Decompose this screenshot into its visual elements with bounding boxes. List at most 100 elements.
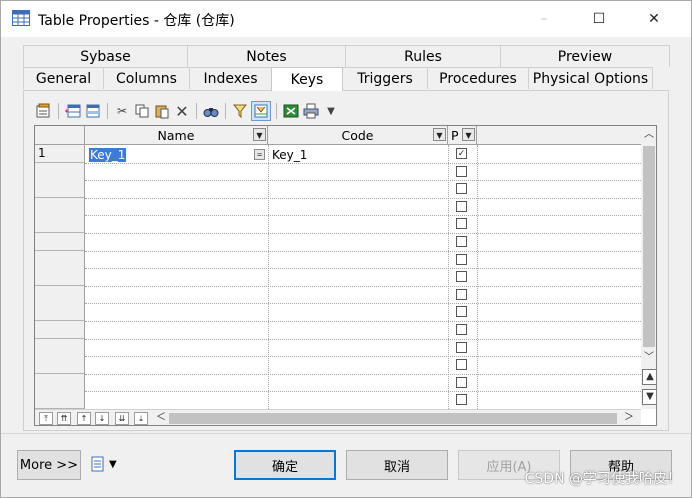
column-header-code[interactable]: Code ▼ xyxy=(268,126,448,145)
toolbar-separator xyxy=(276,103,277,119)
horizontal-scrollbar[interactable]: ⤒ ⇈ ↑ ↓ ⇊ ⤓ ＜ ＞ xyxy=(35,409,641,425)
minimize-button[interactable]: – xyxy=(521,1,567,37)
scroll-page-down-icon[interactable]: ▼ xyxy=(642,389,656,405)
primary-key-checkbox[interactable] xyxy=(456,200,467,212)
move-down-icon[interactable]: ↓ xyxy=(95,412,109,425)
primary-key-checkbox[interactable] xyxy=(456,359,467,371)
toolbar-separator xyxy=(58,103,59,119)
row-header[interactable] xyxy=(35,356,85,375)
row-header[interactable] xyxy=(35,373,85,392)
insert-row-icon[interactable] xyxy=(84,102,102,120)
tab-physical-options[interactable]: Physical Options xyxy=(528,67,653,89)
row-header[interactable] xyxy=(35,197,85,216)
grid-row-line xyxy=(85,391,641,393)
move-up-icon[interactable]: ↑ xyxy=(77,412,91,425)
move-page-down-icon[interactable]: ⇊ xyxy=(115,412,129,425)
cancel-button[interactable]: 取消 xyxy=(346,450,448,480)
vertical-scroll-thumb[interactable] xyxy=(643,146,655,347)
primary-key-checkbox[interactable] xyxy=(456,394,467,406)
chevron-down-icon[interactable]: ▼ xyxy=(253,128,266,141)
row-header[interactable] xyxy=(35,268,85,287)
tab-row-bottom: General Columns Indexes Keys Triggers Pr… xyxy=(23,67,653,91)
tab-triggers[interactable]: Triggers xyxy=(342,67,428,89)
scroll-down-icon[interactable]: ﹀ xyxy=(641,351,656,365)
add-row-icon[interactable] xyxy=(64,102,82,120)
grid-row-line xyxy=(85,250,641,252)
chevron-down-icon[interactable]: ▼ xyxy=(462,128,475,141)
column-header-code-label: Code xyxy=(341,127,374,143)
grid-row-line xyxy=(85,321,641,322)
primary-key-checkbox[interactable] xyxy=(456,218,467,230)
scroll-up-icon[interactable]: ︿ xyxy=(641,128,656,142)
report-menu-button[interactable]: ▼ xyxy=(91,456,117,472)
cut-icon[interactable]: ✂ xyxy=(113,102,131,120)
primary-key-checkbox[interactable] xyxy=(456,236,467,247)
tab-keys[interactable]: Keys xyxy=(271,67,343,91)
column-header-filler xyxy=(477,126,641,145)
row-number[interactable]: 1 xyxy=(35,145,85,163)
primary-key-checkbox[interactable] xyxy=(456,324,467,335)
scroll-page-up-icon[interactable]: ▲ xyxy=(642,369,656,385)
grid-toolbar: ✂ ✕ ▼ xyxy=(35,101,340,121)
primary-key-checkbox[interactable] xyxy=(456,288,467,300)
primary-key-checkbox[interactable] xyxy=(456,306,467,318)
tab-rules[interactable]: Rules xyxy=(345,45,501,67)
tab-procedures[interactable]: Procedures xyxy=(427,67,529,89)
row-header[interactable] xyxy=(35,338,85,357)
row-header[interactable] xyxy=(35,250,85,269)
primary-key-checkbox[interactable] xyxy=(456,341,467,353)
tab-sybase[interactable]: Sybase xyxy=(23,45,188,67)
grid-row-line xyxy=(85,303,641,305)
delete-icon[interactable]: ✕ xyxy=(173,102,191,121)
tab-general[interactable]: General xyxy=(23,67,104,89)
row-header[interactable] xyxy=(35,285,85,304)
customize-columns-icon[interactable] xyxy=(251,101,271,121)
cell-editor-button[interactable]: = xyxy=(254,149,265,160)
primary-key-checkbox[interactable] xyxy=(456,183,467,195)
column-header-name[interactable]: Name ▼ xyxy=(85,126,268,145)
toolbar-separator xyxy=(107,103,108,119)
horizontal-scroll-thumb[interactable] xyxy=(169,413,617,424)
row-header[interactable] xyxy=(35,215,85,234)
row-header[interactable] xyxy=(35,391,85,410)
primary-key-checkbox[interactable]: ✓ xyxy=(456,148,467,159)
row-header[interactable] xyxy=(35,180,85,199)
tab-indexes[interactable]: Indexes xyxy=(189,67,272,89)
tab-preview[interactable]: Preview xyxy=(500,45,670,67)
find-icon[interactable] xyxy=(202,102,220,120)
move-top-icon[interactable]: ⤒ xyxy=(39,412,53,425)
primary-key-checkbox[interactable] xyxy=(456,271,467,283)
move-page-up-icon[interactable]: ⇈ xyxy=(57,412,71,425)
row-header[interactable] xyxy=(35,162,85,181)
scroll-right-icon[interactable]: ＞ xyxy=(621,411,637,425)
row-header[interactable] xyxy=(35,233,85,251)
copy-icon[interactable] xyxy=(133,102,151,120)
filter-icon[interactable] xyxy=(231,102,249,120)
column-header-primary[interactable]: P ▼ xyxy=(448,126,477,145)
key-name-cell[interactable]: Key_1 xyxy=(89,148,127,162)
row-header[interactable] xyxy=(35,303,85,322)
primary-key-checkbox[interactable] xyxy=(456,376,467,388)
tab-notes[interactable]: Notes xyxy=(187,45,346,67)
vertical-scrollbar[interactable]: ︿ ﹀ ▲ ▼ xyxy=(641,126,656,409)
move-bottom-icon[interactable]: ⤓ xyxy=(134,412,148,425)
row-header[interactable] xyxy=(35,321,85,339)
ok-button[interactable]: 确定 xyxy=(234,450,336,480)
close-button[interactable]: ✕ xyxy=(631,1,677,37)
primary-key-checkbox[interactable] xyxy=(456,253,467,265)
chevron-down-icon[interactable]: ▼ xyxy=(433,128,446,141)
scroll-left-icon[interactable]: ＜ xyxy=(153,411,169,425)
properties-icon[interactable] xyxy=(35,102,53,120)
watermark-text: CSDN @学习使我哈皮！ xyxy=(524,471,681,487)
primary-key-checkbox[interactable] xyxy=(456,165,467,177)
excel-export-icon[interactable] xyxy=(282,102,300,120)
toolbar-separator xyxy=(196,103,197,119)
print-icon[interactable] xyxy=(302,102,320,120)
paste-icon[interactable] xyxy=(153,102,171,120)
grid-row-line xyxy=(85,268,641,270)
maximize-button[interactable]: ☐ xyxy=(576,1,622,37)
dropdown-arrow-icon[interactable]: ▼ xyxy=(322,102,340,120)
key-code-cell[interactable]: Key_1 xyxy=(272,148,307,162)
more-button[interactable]: More >> xyxy=(17,450,81,480)
tab-columns[interactable]: Columns xyxy=(103,67,190,89)
